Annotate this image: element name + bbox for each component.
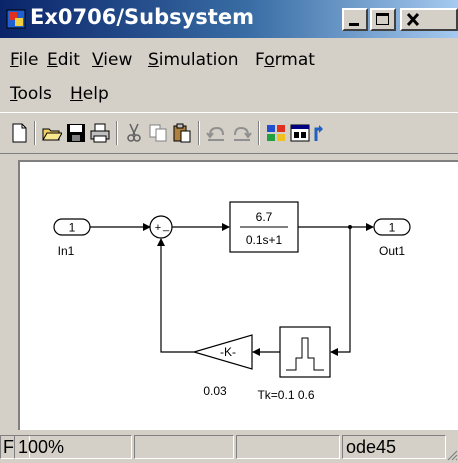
cut-icon[interactable]	[124, 123, 144, 143]
undo-icon[interactable]	[206, 123, 226, 143]
menu-format[interactable]: Format	[255, 50, 315, 70]
inport-number: 1	[69, 221, 76, 235]
simulink-model-icon[interactable]	[6, 9, 26, 29]
window-title: Ex0706/Subsystem	[30, 5, 254, 29]
redo-icon[interactable]	[232, 123, 252, 143]
tf-denominator: 0.1s+1	[246, 233, 283, 247]
maximize-icon	[376, 13, 389, 25]
signal-line[interactable]	[330, 227, 351, 356]
menu-bar: File Edit View Simulation Format Tools H…	[0, 40, 458, 104]
toolbar-separator	[34, 121, 36, 145]
outport-label: Out1	[379, 244, 405, 258]
status-bar: F 100% ode45	[0, 433, 458, 463]
toolbar-separator	[198, 121, 200, 145]
sum-sign-left: +	[155, 222, 161, 234]
sum-block[interactable]: + _	[149, 215, 173, 239]
status-solver: ode45	[342, 435, 446, 459]
print-icon[interactable]	[90, 123, 110, 143]
tf-numerator: 6.7	[256, 210, 273, 224]
close-button[interactable]	[400, 8, 458, 31]
minimize-icon	[349, 23, 359, 26]
sampler-block[interactable]	[279, 326, 331, 378]
paste-icon[interactable]	[172, 123, 192, 143]
outport-block[interactable]: 1	[373, 218, 411, 236]
menu-file[interactable]: File	[10, 50, 38, 70]
model-explorer-icon[interactable]	[290, 123, 310, 143]
outport-number: 1	[389, 221, 396, 235]
menu-view[interactable]: View	[92, 50, 132, 70]
status-zoom: 100%	[14, 435, 132, 459]
block-diagram: 1 In1 + _ 6.7 0.1s+1 1 Out1 Tk=0.1 0.6 -…	[53, 201, 411, 402]
minimize-button[interactable]	[342, 8, 368, 31]
toolbar-separator	[258, 121, 260, 145]
gain-value: -K-	[220, 345, 236, 359]
save-icon[interactable]	[66, 123, 86, 143]
toolbar	[0, 112, 458, 154]
signal-line[interactable]	[157, 238, 194, 353]
gain-label: 0.03	[203, 384, 227, 398]
toolbar-separator	[116, 121, 118, 145]
gain-block[interactable]: -K-	[191, 334, 253, 370]
sum-sign-bottom: _	[162, 220, 170, 232]
maximize-button[interactable]	[370, 8, 396, 31]
menu-help[interactable]: Help	[70, 84, 109, 104]
status-panel-empty	[134, 435, 234, 459]
transfer-fcn-block[interactable]: 6.7 0.1s+1	[229, 201, 299, 253]
go-to-parent-icon[interactable]	[314, 123, 324, 143]
inport-label: In1	[58, 244, 75, 258]
model-canvas[interactable]: 1 In1 + _ 6.7 0.1s+1 1 Out1 Tk=0.1 0.6 -…	[18, 160, 458, 430]
menu-edit[interactable]: Edit	[47, 50, 80, 70]
simulink-window: Ex0706/Subsystem File Edit View Simulati…	[0, 0, 458, 463]
copy-icon[interactable]	[148, 123, 168, 143]
menu-tools[interactable]: Tools	[10, 84, 52, 104]
library-browser-icon[interactable]	[266, 123, 286, 143]
inport-block[interactable]: 1	[53, 218, 91, 236]
status-panel-empty	[236, 435, 340, 459]
title-bar[interactable]: Ex0706/Subsystem	[0, 0, 458, 38]
sampler-label: Tk=0.1 0.6	[257, 388, 314, 402]
menu-simulation[interactable]: Simulation	[148, 50, 239, 70]
close-icon	[406, 12, 420, 27]
open-icon[interactable]	[42, 123, 62, 143]
resize-grip-icon[interactable]	[446, 447, 458, 461]
new-icon[interactable]	[10, 123, 30, 143]
